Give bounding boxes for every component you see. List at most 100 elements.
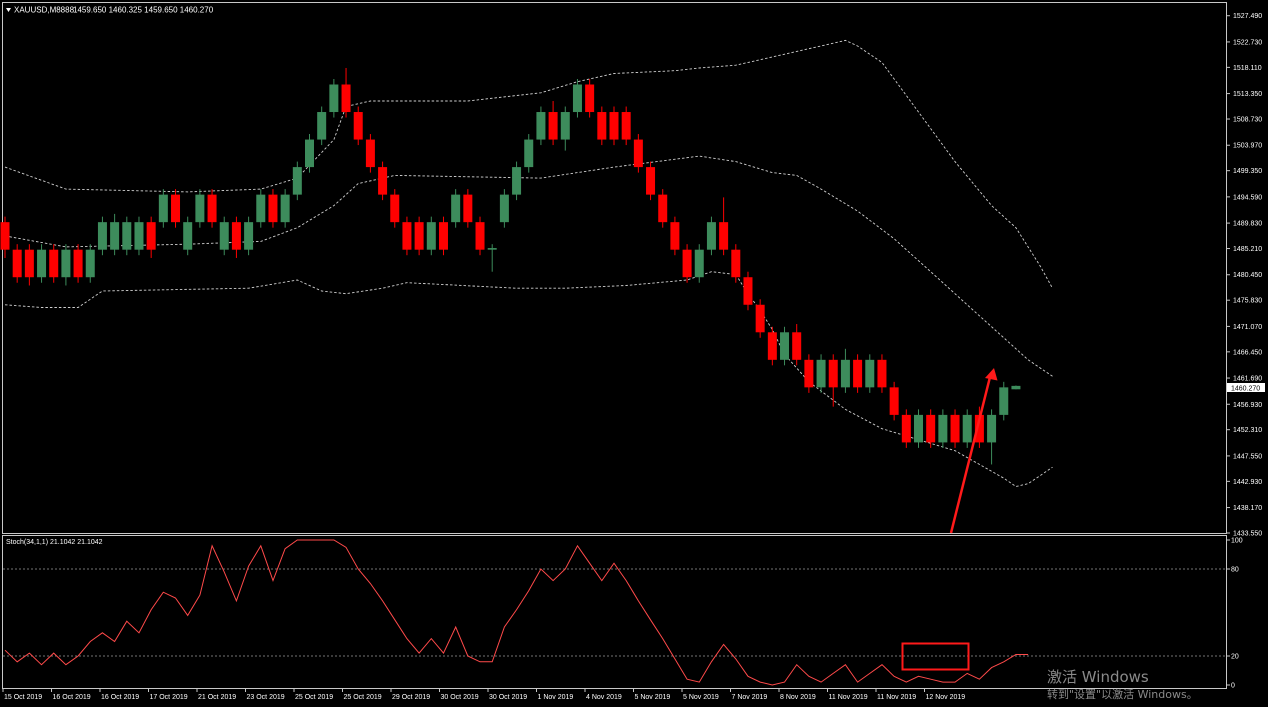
candle-body-bullish	[938, 414, 948, 443]
candle-body-bullish	[780, 332, 790, 360]
candle-body-bearish	[682, 249, 692, 278]
time-tick-label: 4 Nov 2019	[586, 694, 622, 701]
price-tick-label: 1527.490	[1233, 13, 1262, 20]
candle-body-bearish	[767, 332, 777, 360]
candle-body-bearish	[755, 304, 765, 333]
candle-body-bullish	[305, 139, 314, 168]
time-tick-label: 5 Nov 2019	[635, 694, 671, 701]
time-tick-label: 12 Nov 2019	[926, 694, 966, 701]
ohlc-values: 1459.650 1460.325 1459.650 1460.270	[73, 6, 214, 15]
price-tick-label: 1461.690	[1233, 376, 1262, 383]
indicator-label: Stoch(34,1,1) 21.1042 21.1042	[6, 539, 103, 546]
candle-body-bullish	[512, 167, 522, 195]
candle-body-bullish	[999, 387, 1009, 415]
candle-body-bearish	[475, 222, 485, 250]
candle-body-bearish	[341, 84, 351, 113]
candle-body-bearish	[402, 222, 412, 250]
price-tick-label: 1518.110	[1233, 65, 1262, 72]
price-tick-label: 1508.730	[1233, 117, 1262, 124]
price-tick-label: 1494.590	[1233, 194, 1262, 201]
time-tick-label: 8 Nov 2019	[780, 694, 816, 701]
candle-body-bullish	[914, 414, 923, 443]
candle-body-bearish	[828, 359, 838, 388]
price-tick-label: 1433.550	[1233, 531, 1262, 538]
time-tick-label: 25 Oct 2019	[344, 694, 382, 701]
candle-body-bullish	[536, 112, 546, 140]
candle-body-bearish	[171, 194, 181, 223]
time-tick-label: 25 Oct 2019	[295, 694, 333, 701]
candle-body-bearish	[0, 222, 10, 250]
candle-body-bullish	[487, 248, 497, 250]
candle-body-bearish	[390, 194, 400, 223]
candle-body-bearish	[719, 222, 729, 250]
candle-body-bullish	[426, 222, 436, 250]
price-tick-label: 1442.930	[1233, 479, 1262, 486]
candle-body-bullish	[97, 222, 107, 250]
candle-body-bullish	[706, 222, 716, 250]
symbol-label: XAUUSD,M8888	[14, 6, 75, 15]
time-tick-label: 17 Oct 2019	[150, 694, 188, 701]
candle-body-bearish	[548, 112, 558, 140]
price-tick-label: 1475.830	[1233, 298, 1262, 305]
candle-body-bullish	[134, 222, 144, 250]
current-price-label: 1460.270	[1231, 385, 1260, 392]
candle-body-bullish	[195, 194, 205, 223]
candle-body-bullish	[122, 222, 132, 250]
time-tick-label: 5 Nov 2019	[683, 694, 719, 701]
candle-body-bullish	[85, 249, 95, 278]
time-tick-label: 21 Oct 2019	[198, 694, 236, 701]
current-price-marker: 1460.270	[1227, 383, 1265, 392]
price-tick-label: 1471.070	[1233, 324, 1262, 331]
chart-header: XAUUSD,M8888 1459.650 1460.325 1459.650 …	[6, 6, 214, 15]
candle-body-bearish	[621, 112, 631, 140]
price-tick-label: 1522.730	[1233, 39, 1262, 46]
candle-body-bearish	[438, 222, 448, 250]
time-tick-label: 11 Nov 2019	[877, 694, 916, 701]
candle-body-bullish	[110, 222, 120, 250]
candle-body-bearish	[804, 359, 814, 388]
candle-body-bullish	[560, 112, 570, 140]
time-tick-label: 16 Oct 2019	[53, 694, 91, 701]
candle-body-bullish	[219, 222, 229, 250]
candle-body-bearish	[146, 222, 156, 250]
stoch-tick-label: 0	[1231, 683, 1235, 690]
candle-body-bearish	[353, 112, 363, 140]
candle-body-bullish	[256, 194, 266, 223]
candle-body-bearish	[670, 222, 680, 250]
candle-body-bearish	[49, 249, 59, 278]
stoch-tick-label: 20	[1231, 654, 1239, 661]
candle-body-bearish	[889, 387, 899, 415]
candle-body-bullish	[451, 194, 461, 223]
candle-body-bullish	[317, 112, 327, 140]
watermark-subtitle: 转到"设置"以激活 Windows。	[1047, 688, 1198, 701]
time-tick-label: 16 Oct 2019	[101, 694, 139, 701]
candle-body-bearish	[73, 249, 83, 278]
candle-body-bullish	[524, 139, 534, 168]
candle-body-bearish	[950, 414, 960, 443]
stoch-tick-label: 100	[1231, 538, 1243, 545]
candle-body-bearish	[585, 84, 595, 113]
candle-body-bearish	[24, 249, 34, 278]
time-tick-label: 30 Oct 2019	[441, 694, 479, 701]
time-tick-label: 23 Oct 2019	[247, 694, 285, 701]
candle-body-bullish	[280, 194, 290, 223]
candle-body-bearish	[792, 332, 802, 360]
time-tick-label: 11 Nov 2019	[829, 694, 868, 701]
candle-body-bullish	[61, 249, 71, 278]
price-tick-label: 1466.450	[1233, 349, 1262, 356]
candle-body-bullish	[840, 359, 850, 388]
candle-body-bullish	[499, 194, 509, 223]
candle-body-bearish	[646, 167, 656, 195]
candle-body-bearish	[743, 277, 753, 305]
candle-body-bearish	[597, 112, 607, 140]
time-tick-label: 29 Oct 2019	[392, 694, 430, 701]
candle-body-bearish	[658, 194, 668, 223]
price-tick-label: 1438.170	[1233, 505, 1262, 512]
price-tick-label: 1485.210	[1233, 246, 1262, 253]
candle-body-bullish	[292, 167, 302, 195]
price-tick-label: 1503.970	[1233, 143, 1262, 150]
candle-body-bearish	[231, 222, 241, 250]
candle-body-bullish	[1011, 385, 1021, 390]
candle-body-bearish	[414, 222, 424, 250]
candle-body-bearish	[268, 194, 278, 223]
